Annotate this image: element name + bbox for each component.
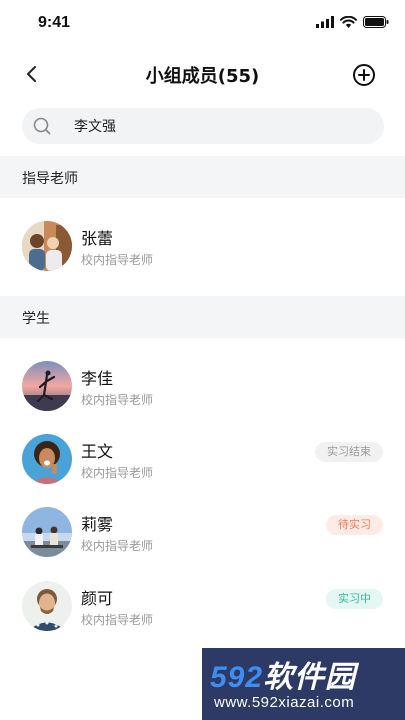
list-item[interactable]: 李佳 校内指导老师 xyxy=(0,356,405,416)
watermark: 592软件园 www.592xiazai.com xyxy=(202,648,405,720)
member-role: 校内指导老师 xyxy=(81,393,154,407)
list-item[interactable]: 颜可 校内指导老师 实习中 xyxy=(0,576,405,636)
member-role: 校内指导老师 xyxy=(81,613,154,627)
list-item[interactable]: 张蕾 校内指导老师 xyxy=(0,216,405,276)
avatar xyxy=(22,581,72,631)
nav-bar: 小组成员(55) xyxy=(0,52,405,96)
status-badge: 实习结束 xyxy=(315,442,383,462)
member-name: 莉雾 xyxy=(81,515,114,534)
section-header-teachers: 指导老师 xyxy=(0,156,405,198)
watermark-brand: 592软件园 xyxy=(210,652,356,696)
page-title: 小组成员(55) xyxy=(145,66,260,87)
member-name: 王文 xyxy=(81,442,114,461)
status-bar: 9:41 xyxy=(0,0,405,46)
avatar xyxy=(22,434,72,484)
avatar xyxy=(22,361,72,411)
avatar xyxy=(22,221,72,271)
status-time: 9:41 xyxy=(38,14,71,31)
search-bar[interactable] xyxy=(22,108,384,144)
member-role: 校内指导老师 xyxy=(81,539,154,553)
member-role: 校内指导老师 xyxy=(81,253,154,267)
section-title: 指导老师 xyxy=(22,171,78,187)
member-role: 校内指导老师 xyxy=(81,466,154,480)
battery-icon xyxy=(363,16,389,28)
member-name: 颜可 xyxy=(81,589,114,608)
member-name: 张蕾 xyxy=(81,229,114,248)
list-item[interactable]: 王文 校内指导老师 实习结束 xyxy=(0,429,405,489)
status-badge: 待实习 xyxy=(326,515,383,535)
section-header-students: 学生 xyxy=(0,296,405,338)
search-input[interactable] xyxy=(74,118,334,134)
status-icons xyxy=(316,16,389,28)
wifi-icon xyxy=(340,16,357,28)
section-title: 学生 xyxy=(22,311,50,327)
avatar xyxy=(22,507,72,557)
add-member-icon[interactable] xyxy=(352,63,376,87)
search-icon xyxy=(33,117,51,135)
watermark-url: www.592xiazai.com xyxy=(214,694,355,711)
watermark-brand-num: 592 xyxy=(210,661,264,694)
member-name: 李佳 xyxy=(81,369,114,388)
status-badge: 实习中 xyxy=(326,589,383,609)
watermark-brand-cn: 软件园 xyxy=(263,661,357,694)
signal-icon xyxy=(316,16,334,28)
list-item[interactable]: 莉雾 校内指导老师 待实习 xyxy=(0,502,405,562)
